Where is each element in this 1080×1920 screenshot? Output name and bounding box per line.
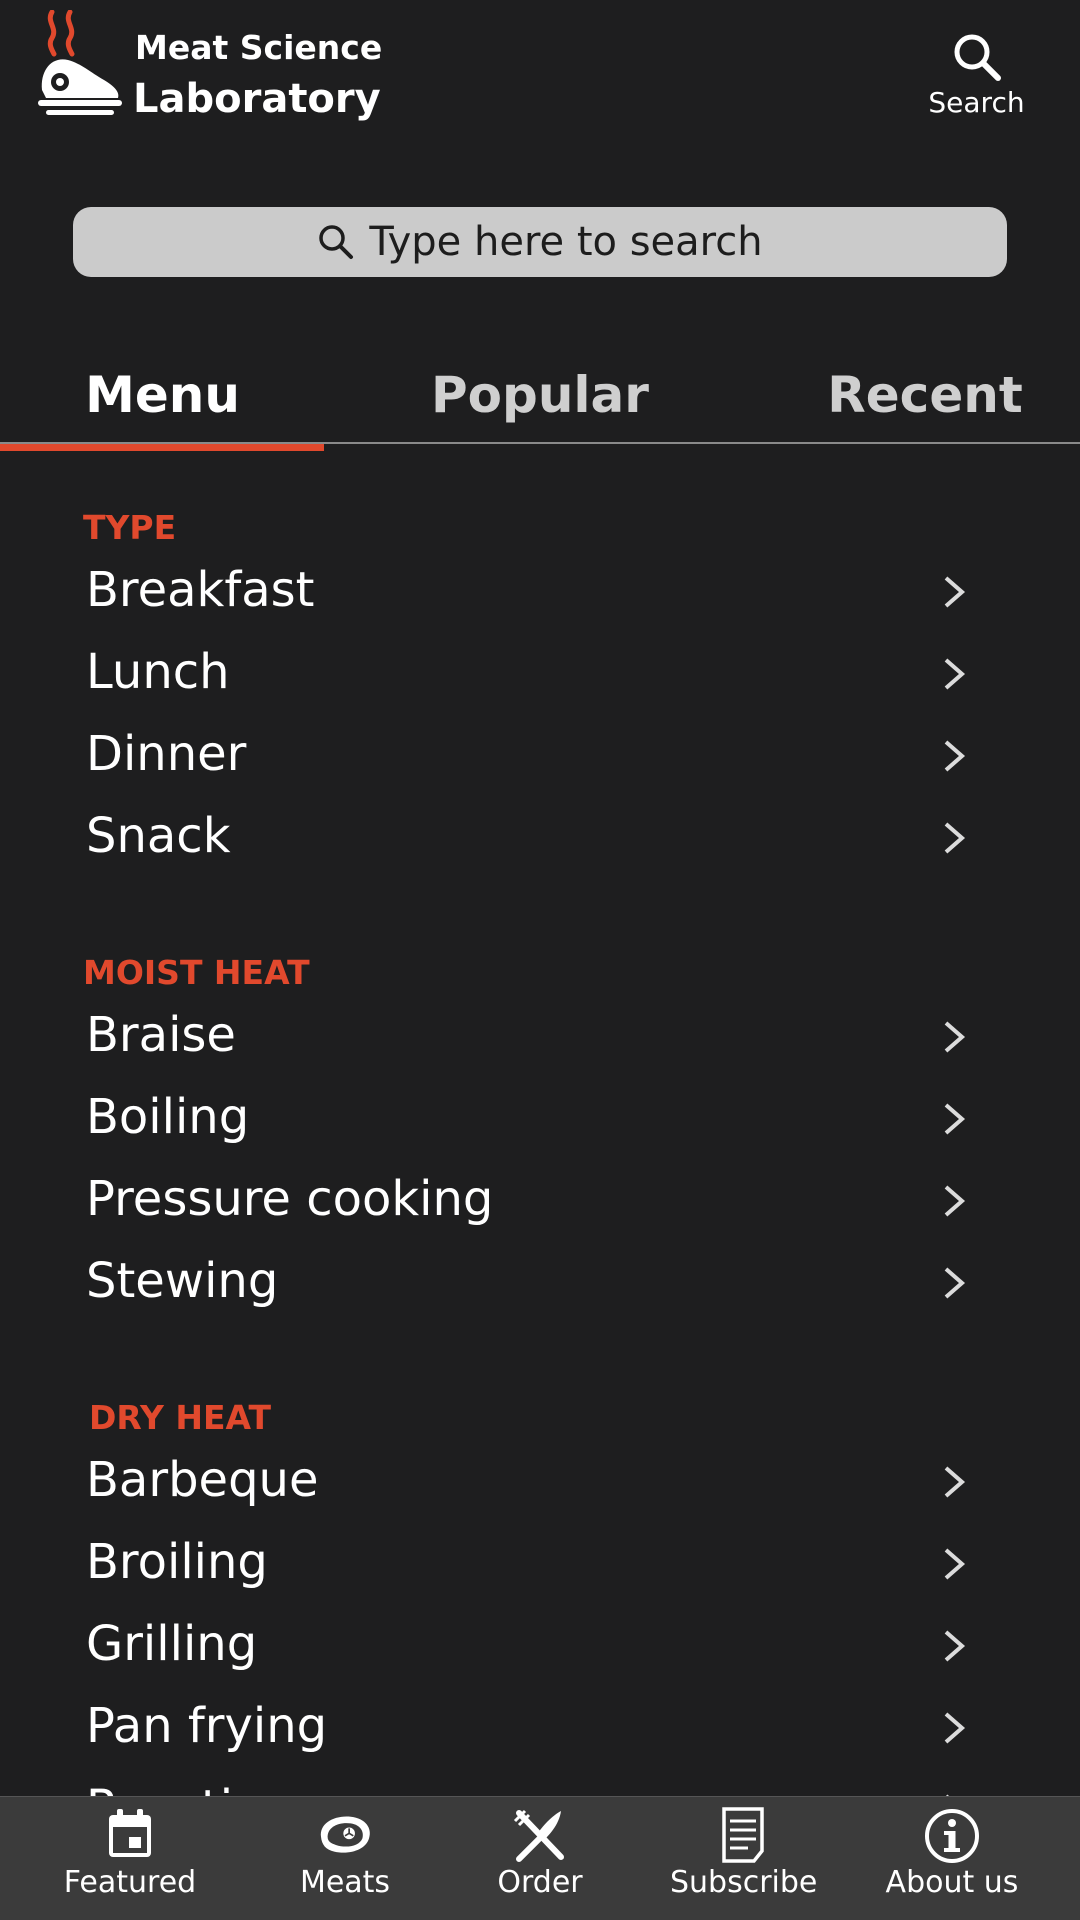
chevron-right-icon (944, 1548, 966, 1580)
menu-item-label: Braise (86, 1007, 236, 1063)
menu-item-label: Breakfast (86, 562, 315, 618)
search-placeholder: Type here to search (369, 219, 763, 265)
menu-item-label: Lunch (86, 644, 230, 700)
menu-list[interactable]: TYPE Breakfast Lunch Dinner Snack MOIST … (0, 500, 1080, 1796)
section-title-type: TYPE (83, 508, 177, 547)
chevron-right-icon (944, 822, 966, 854)
menu-item-dinner[interactable]: Dinner (0, 718, 1080, 800)
info-icon (925, 1809, 979, 1863)
menu-item-snack[interactable]: Snack (0, 800, 1080, 882)
tab-recent[interactable]: Recent (820, 340, 1030, 450)
nav-subscribe[interactable]: Subscribe (670, 1807, 818, 1917)
grilled-meat-logo-icon (38, 10, 122, 115)
menu-item-label: Snack (86, 808, 231, 864)
chevron-right-icon (944, 1630, 966, 1662)
tab-popular[interactable]: Popular (400, 340, 680, 450)
chevron-right-icon (944, 1466, 966, 1498)
chevron-right-icon (944, 658, 966, 690)
menu-item-label: Broiling (86, 1534, 268, 1590)
calendar-icon (109, 1809, 151, 1857)
header-search-button[interactable]: Search (920, 30, 1033, 130)
menu-item-barbeque[interactable]: Barbeque (0, 1444, 1080, 1526)
chevron-right-icon (944, 1185, 966, 1217)
menu-item-pan-frying[interactable]: Pan frying (0, 1690, 1080, 1772)
chevron-right-icon (944, 1712, 966, 1744)
menu-item-label: Pressure cooking (86, 1171, 494, 1227)
search-icon (319, 225, 354, 259)
chevron-right-icon (944, 740, 966, 772)
menu-item-grilling[interactable]: Grilling (0, 1608, 1080, 1690)
nav-meats[interactable]: Meats (280, 1807, 410, 1917)
search-input[interactable]: Type here to search (73, 207, 1007, 277)
menu-item-roasting[interactable]: Roasting (0, 1772, 1080, 1796)
chevron-right-icon (944, 1267, 966, 1299)
nav-order-label: Order (497, 1865, 583, 1900)
nav-meats-label: Meats (299, 1865, 391, 1900)
menu-item-braise[interactable]: Braise (0, 999, 1080, 1081)
app-root: Meat Science Laboratory Search Type here… (0, 0, 1080, 1920)
fork-knife-icon (513, 1809, 564, 1862)
menu-item-broiling[interactable]: Broiling (0, 1526, 1080, 1608)
bottom-nav: Featured Meats Order Subscribe About us (0, 1796, 1080, 1920)
menu-item-breakfast[interactable]: Breakfast (0, 554, 1080, 636)
menu-item-label: Barbeque (86, 1452, 319, 1508)
menu-item-label: Pan frying (86, 1698, 328, 1754)
menu-item-pressure-cooking[interactable]: Pressure cooking (0, 1163, 1080, 1245)
header: Meat Science Laboratory Search (0, 0, 1080, 180)
chevron-right-icon (944, 1021, 966, 1053)
menu-item-label: Grilling (86, 1616, 258, 1672)
nav-about-us[interactable]: About us (882, 1807, 1022, 1917)
menu-item-label: Boiling (86, 1089, 250, 1145)
chevron-right-icon (944, 1103, 966, 1135)
document-icon (721, 1807, 764, 1863)
nav-about-us-label: About us (885, 1865, 1019, 1900)
menu-item-label: Roasting (86, 1780, 294, 1796)
brand-name-line1: Meat Science (135, 28, 383, 67)
tab-menu[interactable]: Menu (0, 340, 325, 450)
search-icon (954, 34, 1001, 81)
chevron-right-icon (944, 576, 966, 608)
menu-item-label: Dinner (86, 726, 247, 782)
section-title-dry-heat: DRY HEAT (89, 1398, 272, 1437)
steak-icon (320, 1816, 370, 1853)
menu-item-lunch[interactable]: Lunch (0, 636, 1080, 718)
tab-active-indicator (0, 444, 324, 451)
menu-item-boiling[interactable]: Boiling (0, 1081, 1080, 1163)
section-title-moist-heat: MOIST HEAT (83, 953, 310, 992)
menu-item-stewing[interactable]: Stewing (0, 1245, 1080, 1327)
header-search-label: Search (928, 86, 1025, 119)
nav-featured-label: Featured (63, 1865, 197, 1900)
brand-name-line2: Laboratory (133, 76, 381, 122)
menu-item-label: Stewing (86, 1253, 279, 1309)
nav-order[interactable]: Order (480, 1807, 600, 1917)
tab-bar: Menu Popular Recent (0, 340, 1080, 452)
nav-subscribe-label: Subscribe (670, 1865, 818, 1900)
nav-featured[interactable]: Featured (60, 1807, 200, 1917)
